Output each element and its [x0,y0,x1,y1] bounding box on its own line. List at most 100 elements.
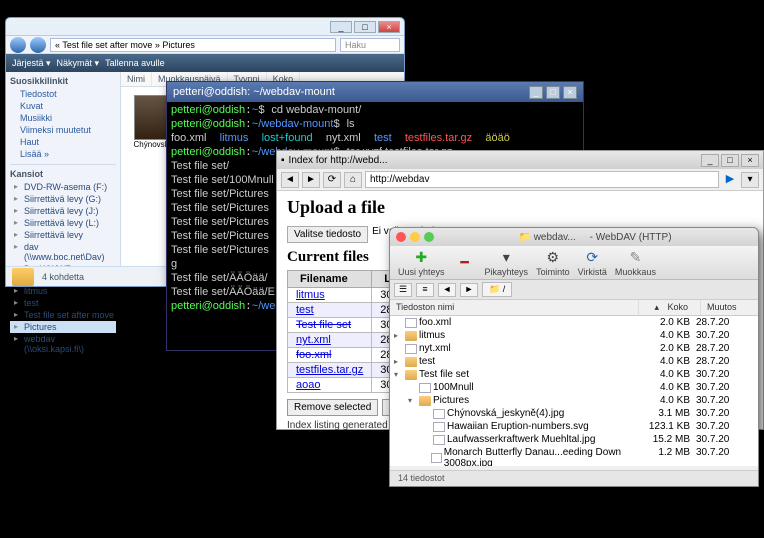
quick-button[interactable]: ▾ Pikayhteys [485,249,529,277]
file-name: foo.xml [419,317,451,328]
save-menu[interactable]: Tallenna avulle [105,58,165,68]
browser-titlebar[interactable]: ▪ Index for http://webd... _ □ × [277,151,763,169]
folder-tree-item[interactable]: test [10,297,116,309]
forward-button[interactable] [30,37,46,53]
refresh-icon: ⟳ [580,249,604,267]
nautilus-titlebar[interactable]: 📁 webdav... - WebDAV (HTTP) [390,228,758,246]
choose-file-button[interactable]: Valitse tiedosto [287,226,368,243]
file-size: 15.2 MB [634,434,696,445]
disclosure-triangle[interactable]: ▾ [408,396,417,405]
file-link[interactable]: litmus [296,289,325,301]
disconnect-button[interactable]: ━ [453,254,477,272]
plus-icon: ✚ [409,249,433,267]
views-menu[interactable]: Näkymät ▾ [57,58,100,69]
disclosure-triangle[interactable]: ▾ [394,370,403,379]
folder-tree-item[interactable]: Siirrettävä levy [10,229,116,241]
file-link[interactable]: aoao [296,379,320,391]
file-date: 30.7.20 [696,421,754,432]
back-button[interactable] [10,37,26,53]
list-item[interactable]: ▸test4.0 KB28.7.20 [390,355,758,368]
disclosure-triangle[interactable]: ▸ [394,357,403,366]
favorite-link[interactable]: Kuvat [10,100,116,112]
close-button[interactable]: × [741,154,759,167]
list-item[interactable]: Hawaiian Eruption-numbers.svg123.1 KB30.… [390,420,758,433]
column-headers[interactable]: Tiedoston nimi ▴ Koko Muutos [390,300,758,316]
new-connection-button[interactable]: ✚ Uusi yhteys [398,249,445,277]
maximize-button[interactable] [424,232,434,242]
list-item[interactable]: Monarch Butterfly Danau...eeding Down 30… [390,446,758,466]
quick-icon: ▾ [494,249,518,267]
maximize-button[interactable]: □ [721,154,739,167]
file-link[interactable]: Test file set [296,319,351,331]
favorite-link[interactable]: Lisää » [10,148,116,160]
minimize-button[interactable] [410,232,420,242]
list-item[interactable]: foo.xml2.0 KB28.7.20 [390,316,758,329]
file-link[interactable]: nyt.xml [296,334,331,346]
list-item[interactable]: nyt.xml2.0 KB28.7.20 [390,342,758,355]
folder-tree-item[interactable]: Siirrettävä levy (J:) [10,205,116,217]
reload-button[interactable]: ⟳ [323,172,341,188]
url-field[interactable]: http://webdav [365,171,719,188]
edit-button[interactable]: ✎ Muokkaus [615,249,656,277]
col-modified[interactable]: Muutos [700,300,758,315]
nav-back-button[interactable]: ◄ [438,283,456,297]
file-link[interactable]: foo.xml [296,349,331,361]
refresh-button[interactable]: ⟳ Virkistä [578,249,607,277]
th-filename[interactable]: Filename [288,271,372,288]
title-right: - WebDAV (HTTP) [590,232,672,243]
browser-title: Index for http://webd... [289,155,388,166]
favorite-link[interactable]: Viimeksi muutetut [10,124,116,136]
folder-tree-item[interactable]: Pictures [10,321,116,333]
folder-tree-item[interactable]: webdav (\\oksi.kapsi.fi\) [10,333,116,355]
back-button[interactable]: ◄ [281,172,299,188]
menu-button[interactable]: ▾ [741,172,759,188]
folder-tree-item[interactable]: Test file set after move [10,309,116,321]
home-button[interactable]: ⌂ [344,172,362,188]
folder-tree-item[interactable]: Siirrettävä levy (L:) [10,217,116,229]
col-name[interactable]: Nimi [121,72,152,86]
view-list-button[interactable]: ≡ [416,283,434,297]
file-name: litmus [419,330,445,341]
file-link[interactable]: test [296,304,314,316]
folder-tree-item[interactable]: Siirrettävä levy (G:) [10,193,116,205]
minimize-button[interactable]: _ [330,21,352,33]
maximize-button[interactable]: □ [546,86,560,99]
file-list[interactable]: foo.xml2.0 KB28.7.20 ▸ litmus 4.0 KB 30.7.20… [390,316,758,466]
organize-menu[interactable]: Järjestä ▾ [12,58,51,69]
explorer-titlebar[interactable]: _ □ × [6,18,404,36]
disclosure-triangle[interactable]: ▸ [394,331,403,340]
view-icon-button[interactable]: ☰ [394,283,412,297]
remove-selected-button[interactable]: Remove selected [287,399,378,416]
folder-tree-item[interactable]: DVD-RW-asema (F:) [10,181,116,193]
nav-fwd-button[interactable]: ► [460,283,478,297]
forward-button[interactable]: ► [302,172,320,188]
favorite-link[interactable]: Musiikki [10,112,116,124]
folder-icon [419,396,431,406]
go-button[interactable]: ▶ [722,172,738,188]
search-field[interactable]: Haku [340,38,400,52]
close-button[interactable]: × [378,21,400,33]
folder-tree-item[interactable]: dav (\\www.boc.net\Dav) [10,241,116,263]
file-link[interactable]: testfiles.tar.gz [296,364,363,376]
file-size: 4.0 KB [634,356,696,367]
list-item[interactable]: Laufwasserkraftwerk Muehltal.jpg15.2 MB3… [390,433,758,446]
list-item[interactable]: 100Mnull4.0 KB30.7.20 [390,381,758,394]
list-item[interactable]: ▸litmus4.0 KB30.7.20 [390,329,758,342]
terminal-titlebar[interactable]: petteri@oddish: ~/webdav-mount _ □ × [167,82,583,102]
favorite-link[interactable]: Haut [10,136,116,148]
col-name[interactable]: Tiedoston nimi [390,300,638,315]
list-item[interactable]: ▾Test file set4.0 KB30.7.20 [390,368,758,381]
list-item[interactable]: ▾Pictures4.0 KB30.7.20 [390,394,758,407]
action-button[interactable]: ⚙ Toiminto [536,249,570,277]
close-button[interactable] [396,232,406,242]
path-field[interactable]: « Test file set after move » Pictures [50,38,336,52]
col-size[interactable]: ▴ Koko [638,300,700,315]
close-button[interactable]: × [563,86,577,99]
minimize-button[interactable]: _ [701,154,719,167]
breadcrumb-root[interactable]: 📁 / [482,282,512,297]
maximize-button[interactable]: □ [354,21,376,33]
favorite-link[interactable]: Tiedostot [10,88,116,100]
minimize-button[interactable]: _ [529,86,543,99]
list-item[interactable]: Chýnovská_jeskyně(4).jpg3.1 MB30.7.20 [390,407,758,420]
folder-tree-item[interactable]: litmus [10,285,116,297]
